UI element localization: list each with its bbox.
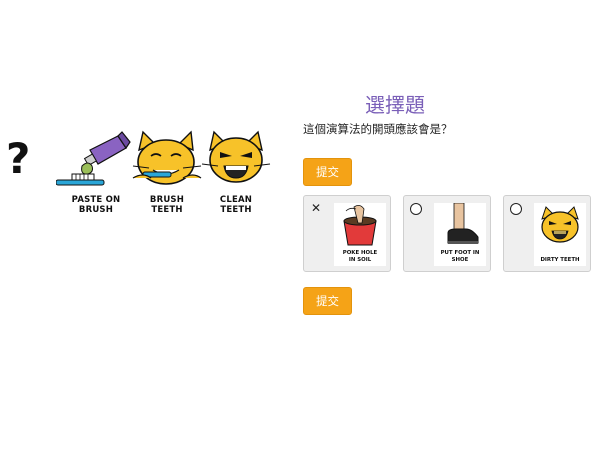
poke-hole-pot-icon (343, 205, 377, 246)
toothpaste-brush-icon (56, 131, 131, 186)
answer-card: DIRTY TEETH (534, 203, 586, 266)
step-clean-teeth: CLEAN TEETH (196, 120, 276, 230)
submit-button-bottom[interactable]: 提交 (303, 287, 352, 315)
radio-button[interactable] (410, 203, 422, 215)
answer-option-dirty-teeth[interactable]: DIRTY TEETH (503, 195, 591, 272)
answer-card: PUT FOOT IN SHOE (434, 203, 486, 266)
step-label: PASTE ON BRUSH (71, 195, 121, 215)
step-label: CLEAN TEETH (219, 195, 253, 215)
foot-in-shoe-icon (447, 203, 479, 244)
answer-option-poke-hole[interactable]: ✕ POKE HOLE IN SOIL (303, 195, 391, 272)
wrong-answer-x-icon: ✕ (310, 201, 322, 215)
algorithm-strip: ? PASTE ON BRUSH BRUSH TEETH CLEAN TEETH (0, 120, 280, 230)
answer-card: POKE HOLE IN SOIL (334, 203, 386, 266)
cat-clean-teeth-icon (201, 130, 271, 183)
step-label: BRUSH TEETH (149, 195, 185, 215)
submit-button-top[interactable]: 提交 (303, 158, 352, 186)
unknown-step-question-mark: ? (6, 134, 31, 183)
answer-label: POKE HOLE IN SOIL (342, 250, 378, 263)
answer-label: DIRTY TEETH (540, 256, 580, 263)
cat-brushing-icon (132, 130, 202, 185)
quiz-title: 選擇題 (365, 93, 425, 117)
radio-button[interactable] (510, 203, 522, 215)
answer-label: PUT FOOT IN SHOE (440, 250, 480, 263)
answer-option-foot-in-shoe[interactable]: PUT FOOT IN SHOE (403, 195, 491, 272)
step-paste-on-brush: PASTE ON BRUSH (56, 120, 136, 230)
quiz-prompt: 這個演算法的開頭應該會是？ (303, 122, 453, 136)
cat-dirty-teeth-icon (541, 206, 579, 243)
step-brush-teeth: BRUSH TEETH (127, 120, 207, 230)
